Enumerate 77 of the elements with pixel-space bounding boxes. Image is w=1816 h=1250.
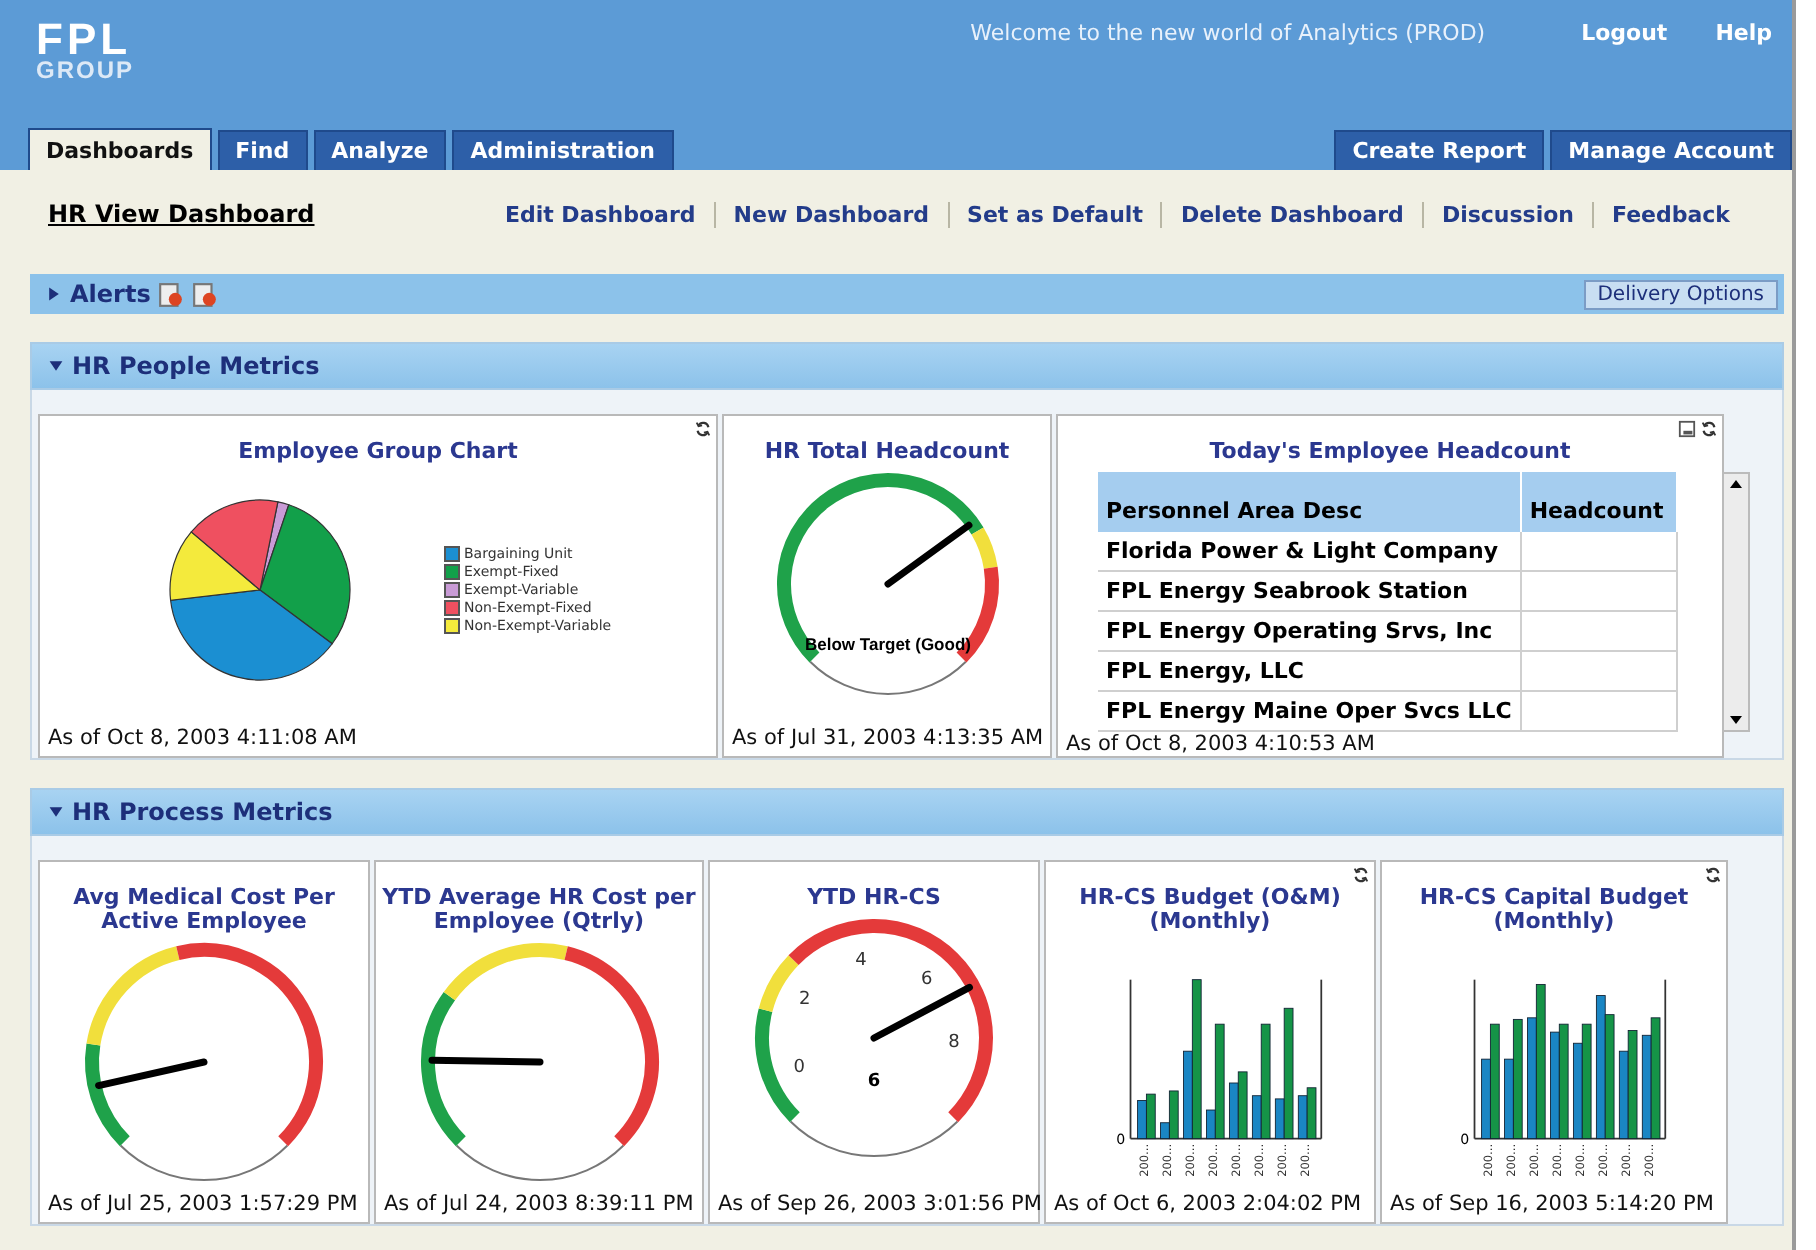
nav-tab[interactable]: Dashboards <box>28 128 212 170</box>
bar-pair <box>1297 1087 1317 1140</box>
bar-pair <box>1251 1024 1271 1140</box>
timestamp: As of Oct 8, 2003 4:11:08 AM <box>46 726 357 754</box>
tick-label: 6 <box>920 969 933 990</box>
bar-pair <box>1504 1019 1523 1140</box>
panel-title: YTD HR-CS <box>805 886 943 911</box>
section-title[interactable]: HR Process Metrics <box>72 798 333 826</box>
bar-pair <box>1274 1008 1294 1140</box>
axis-label: 0 <box>1460 1130 1470 1149</box>
bar-pair <box>1573 1024 1592 1140</box>
alerts-label[interactable]: Alerts <box>70 280 151 308</box>
section-title[interactable]: HR People Metrics <box>72 352 320 380</box>
welcome-text: Welcome to the new world of Analytics (PROD) <box>970 20 1486 46</box>
table-cell: FPL Energy Operating Srvs, Inc <box>1098 611 1521 652</box>
toolbar-link[interactable]: Edit Dashboard <box>486 201 714 227</box>
timestamp: As of Jul 31, 2003 4:13:35 AM <box>730 726 1044 754</box>
toolbar-link[interactable]: Feedback <box>1592 201 1748 227</box>
tick-label: 0 <box>793 1058 805 1079</box>
gauge-needle <box>427 1057 543 1066</box>
toolbar-link[interactable]: New Dashboard <box>713 201 948 227</box>
nav-tab[interactable]: Create Report <box>1334 130 1545 170</box>
timestamp: As of Sep 16, 2003 5:14:20 PM <box>1388 1192 1714 1220</box>
nav-tab[interactable]: Find <box>217 130 308 170</box>
toolbar-link[interactable]: Set as Default <box>947 201 1161 227</box>
toolbar-link[interactable]: Delete Dashboard <box>1160 201 1422 227</box>
gauge-needle <box>95 1058 208 1090</box>
panel-title: HR Total Headcount <box>762 440 1012 465</box>
timestamp: As of Jul 25, 2003 1:57:29 PM <box>46 1192 358 1220</box>
bar-pair <box>1160 1090 1179 1140</box>
alert-icon[interactable] <box>158 281 185 307</box>
bar-pair <box>1137 1094 1156 1140</box>
column-header[interactable]: Headcount <box>1520 472 1677 533</box>
refresh-icon[interactable] <box>694 420 712 438</box>
nav-tab[interactable]: Analyze <box>313 130 447 170</box>
dashboard-title[interactable]: HR View Dashboard <box>48 200 315 228</box>
tick-label: 2 <box>798 990 811 1011</box>
refresh-icon[interactable] <box>1352 866 1370 884</box>
logo: FPL GROUP <box>36 20 135 82</box>
bar-pair <box>1229 1071 1248 1140</box>
table-cell: FPL Energy Maine Oper Svcs LLC <box>1098 691 1521 732</box>
alert-icon[interactable] <box>192 281 219 307</box>
panel-title: HR-CS Capital Budget (Monthly) <box>1417 886 1691 935</box>
tick-label: 4 <box>855 951 867 972</box>
panel-title: Today's Employee Headcount <box>1207 440 1573 465</box>
delivery-options-button[interactable]: Delivery Options <box>1583 279 1778 309</box>
timestamp: As of Oct 8, 2003 4:10:53 AM <box>1064 732 1375 761</box>
column-header[interactable]: Personnel Area Desc <box>1098 472 1521 533</box>
panel-title: Employee Group Chart <box>236 440 520 465</box>
panel-title: YTD Average HR Cost per Employee (Qtrly) <box>380 886 698 935</box>
bar-pair <box>1618 1030 1638 1140</box>
panel-title: HR-CS Budget (O&M) (Monthly) <box>1077 886 1343 935</box>
gauge-needle <box>883 521 972 588</box>
timestamp: As of Jul 24, 2003 8:39:11 PM <box>382 1192 694 1220</box>
nav-tab[interactable]: Manage Account <box>1550 130 1792 170</box>
maximize-icon[interactable] <box>1678 420 1696 438</box>
panel-title: Avg Medical Cost Per Active Employee <box>71 886 337 935</box>
bar-pair <box>1481 1024 1500 1140</box>
timestamp: As of Oct 6, 2003 2:04:02 PM <box>1052 1192 1362 1220</box>
bar-pair <box>1550 1024 1569 1140</box>
table-cell: Florida Power & Light Company <box>1098 532 1521 572</box>
table-cell: FPL Energy, LLC <box>1098 651 1521 692</box>
bar-pair <box>1641 1017 1661 1140</box>
nav-tab[interactable]: Administration <box>452 130 674 170</box>
gauge-value: 6 <box>867 1072 881 1093</box>
axis-label: 0 <box>1116 1130 1126 1149</box>
tick-label: 8 <box>948 1032 960 1053</box>
bar-pair <box>1206 1024 1225 1140</box>
refresh-icon[interactable] <box>1700 420 1718 438</box>
scrollbar[interactable] <box>1721 472 1750 733</box>
expand-icon[interactable] <box>46 284 62 304</box>
collapse-icon[interactable] <box>48 802 64 822</box>
collapse-icon[interactable] <box>48 356 64 376</box>
table-cell: FPL Energy Seabrook Station <box>1098 571 1521 612</box>
timestamp: As of Sep 26, 2003 3:01:56 PM <box>716 1192 1042 1220</box>
toolbar-link[interactable]: Discussion <box>1421 201 1592 227</box>
refresh-icon[interactable] <box>1704 866 1722 884</box>
